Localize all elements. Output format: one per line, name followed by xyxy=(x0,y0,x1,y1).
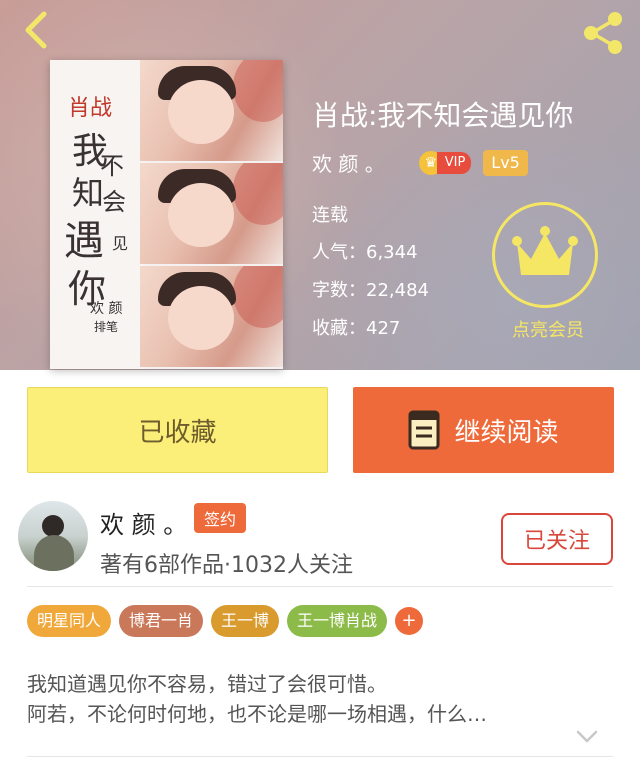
following-label: 已关注 xyxy=(523,529,590,554)
collected-button[interactable]: 已收藏 xyxy=(27,387,328,473)
cover-photo xyxy=(140,163,283,264)
favorites-stat: 收藏：427 xyxy=(312,314,400,340)
popularity-value: 6,344 xyxy=(366,242,418,263)
chevron-left-icon xyxy=(25,11,47,49)
member-ring xyxy=(492,202,598,308)
favorites-value: 427 xyxy=(366,318,401,339)
cover-text: 会 xyxy=(102,188,126,216)
continue-reading-label: 继续阅读 xyxy=(454,417,559,448)
book-title: 肖战:我不知会遇见你 xyxy=(312,99,574,132)
divider xyxy=(27,756,613,757)
serial-status: 连载 xyxy=(312,205,348,226)
continue-reading-button[interactable]: 继续阅读 xyxy=(353,387,614,473)
cover-photo xyxy=(140,266,283,367)
description-line: 阿若，不论何时何地，也不论是哪一场相遇，什么… xyxy=(27,702,487,726)
cover-text: 肖战 xyxy=(68,96,113,121)
collected-label: 已收藏 xyxy=(138,417,217,448)
light-up-member-button[interactable]: 点亮会员 xyxy=(492,202,604,342)
word-count-stat: 字数：22,484 xyxy=(312,276,429,302)
words-value: 22,484 xyxy=(366,280,429,301)
favorites-label: 收藏： xyxy=(312,318,366,339)
popularity-stat: 人气：6,344 xyxy=(312,238,418,264)
tag-chip[interactable]: 明星同人 xyxy=(27,605,112,637)
back-button[interactable] xyxy=(14,8,58,52)
tag-chip[interactable]: 王一博肖战 xyxy=(287,605,388,637)
description-line: 我知道遇见你不容易，错过了会很可惜。 xyxy=(27,672,387,696)
following-button[interactable]: 已关注 xyxy=(501,513,613,565)
book-cover[interactable]: 肖战 我 不 知 会 遇 见 你 欢 颜 排笔 xyxy=(50,60,283,369)
divider xyxy=(27,586,613,587)
author-avatar[interactable] xyxy=(18,501,88,571)
crown-icon xyxy=(512,226,578,275)
book-icon xyxy=(408,410,440,450)
tag-chip[interactable]: 王一博 xyxy=(211,605,280,637)
tag-list: 明星同人 博君一肖 王一博 王一博肖战 + xyxy=(27,605,424,637)
popularity-label: 人气： xyxy=(312,242,366,263)
add-tag-button[interactable]: + xyxy=(395,607,424,635)
vip-label: VIP xyxy=(436,151,472,174)
words-label: 字数： xyxy=(312,280,366,301)
tag-chip[interactable]: 博君一肖 xyxy=(119,605,204,637)
author-card-name[interactable]: 欢 颜 。 xyxy=(100,505,187,540)
author-meta: 著有6部作品·1032人关注 xyxy=(100,553,353,578)
cover-photo xyxy=(140,60,283,161)
author-name[interactable]: 欢 颜 。 xyxy=(312,148,385,177)
cover-text: 见 xyxy=(112,234,129,253)
share-icon xyxy=(584,12,622,54)
level-badge: Lv5 xyxy=(483,149,528,176)
cover-calligraphy: 肖战 我 不 知 会 遇 见 你 欢 颜 排笔 xyxy=(50,60,145,369)
author-row: 欢 颜 。 ♛ VIP Lv5 xyxy=(312,148,528,177)
cover-text: 排笔 xyxy=(94,320,119,334)
chevron-down-icon[interactable] xyxy=(575,728,599,746)
vip-badge: ♛ VIP xyxy=(418,150,472,175)
cover-text: 欢 颜 xyxy=(90,301,123,317)
signed-badge: 签约 xyxy=(194,503,247,533)
member-label: 点亮会员 xyxy=(512,320,584,341)
share-button[interactable] xyxy=(580,10,626,56)
